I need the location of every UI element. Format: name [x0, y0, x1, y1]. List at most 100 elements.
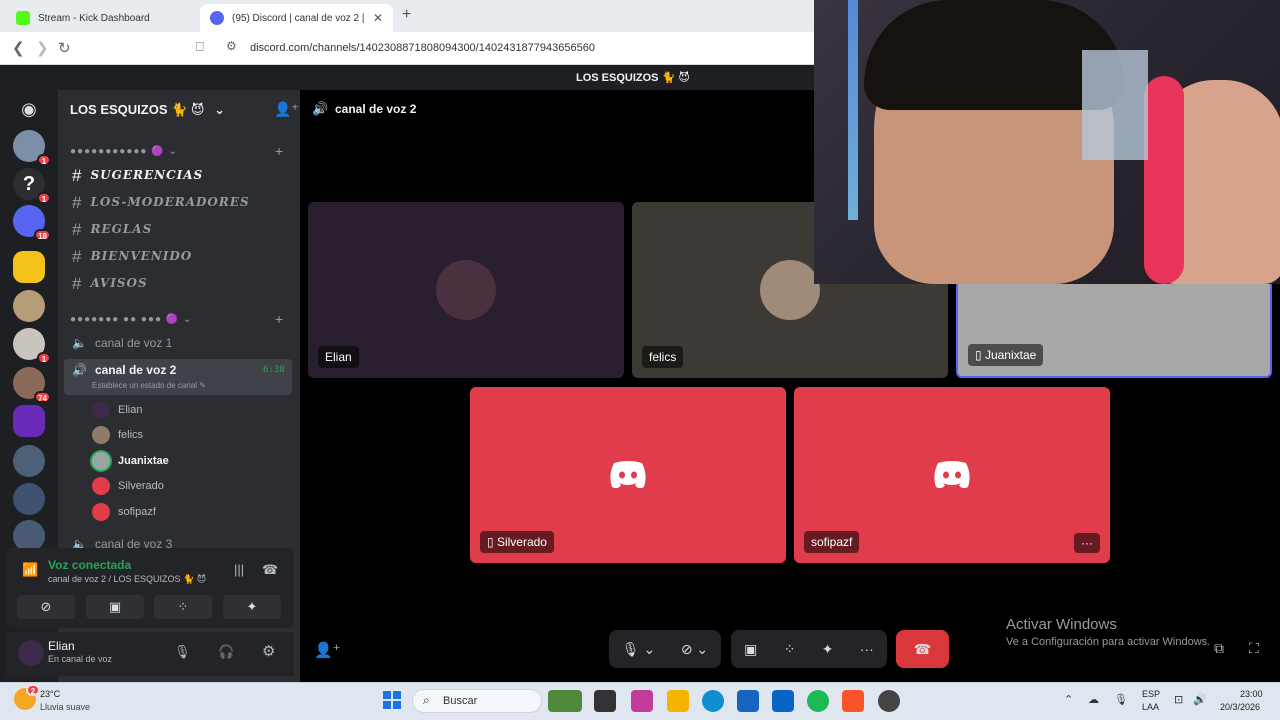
voice-channel-1[interactable]: 🔈 canal de voz 1 — [72, 336, 172, 350]
spotify-icon[interactable] — [807, 690, 829, 712]
server-icon[interactable]: 1 — [13, 130, 51, 166]
url-input[interactable]: discord.com/channels/1402308871808094300… — [250, 42, 595, 54]
chevron-down-icon: ⌄ — [214, 102, 226, 117]
discord-avatar-icon — [92, 477, 110, 495]
channel-bienvenido[interactable]: # BIENVENIDO — [72, 247, 192, 267]
show-hidden-icons[interactable]: ⌃ — [1064, 693, 1073, 706]
voice-connected-title: Voz conectada — [48, 558, 132, 572]
task-view-icon[interactable] — [594, 690, 616, 712]
widget-icon[interactable] — [548, 690, 582, 712]
voice-member[interactable]: Juanixtae — [92, 452, 169, 470]
site-info-icon[interactable]: ⚙ — [226, 39, 237, 53]
voice-member[interactable]: felics — [92, 426, 143, 444]
activity-button[interactable]: ⁘ — [154, 595, 212, 619]
activation-watermark-text: Ve a Configuración para activar Windows. — [1006, 636, 1211, 648]
taskbar-search-input[interactable]: ⌕ Buscar — [412, 689, 542, 713]
store-icon[interactable] — [737, 690, 759, 712]
forward-icon[interactable]: ❯ — [36, 39, 49, 57]
channel-reglas[interactable]: # REGLAS — [72, 220, 152, 240]
soundboard-button[interactable]: ✦ — [822, 641, 834, 658]
popout-icon[interactable]: ⧉ — [1214, 640, 1224, 657]
screen-share-button[interactable]: ▣ — [86, 595, 144, 619]
discord-avatar-icon — [92, 503, 110, 521]
disconnect-icon[interactable]: ☎ — [262, 562, 278, 578]
voice-member[interactable]: Elian — [92, 401, 142, 419]
tab-discord[interactable]: (95) Discord | canal de voz 2 | ✕ — [200, 4, 393, 32]
add-channel-icon[interactable]: + — [275, 143, 283, 159]
server-icon[interactable] — [13, 251, 45, 283]
call-header-title: canal de voz 2 — [335, 102, 417, 116]
channel-status[interactable]: Establece un estado de canal ✎ — [92, 381, 206, 390]
microphone-tray-icon[interactable]: 🎙 — [1114, 693, 1128, 706]
noise-suppression-icon[interactable]: ||| — [234, 562, 244, 577]
voice-member[interactable]: sofipazf — [92, 503, 156, 521]
participant-tile[interactable]: sofipazf ··· — [794, 387, 1110, 563]
more-button[interactable]: ··· — [860, 641, 874, 657]
avatar — [760, 260, 820, 320]
server-icon[interactable] — [13, 290, 45, 322]
headphones-icon[interactable]: 🎧 — [218, 644, 234, 660]
participant-tile[interactable]: Elian — [308, 202, 624, 378]
category-header[interactable]: ●●●●●●●●●●● 🟣 ⌄ — [70, 146, 178, 157]
participant-tile[interactable]: ▯ Silverado — [470, 387, 786, 563]
soundboard-button[interactable]: ✦ — [223, 595, 281, 619]
server-icon[interactable]: 1 — [13, 328, 51, 364]
participant-name: sofipazf — [804, 531, 860, 553]
avatar[interactable] — [18, 640, 44, 666]
outlook-icon[interactable] — [772, 690, 794, 712]
weather-icon[interactable]: 2 — [14, 684, 40, 710]
more-options-button[interactable]: ··· — [1074, 533, 1100, 553]
windows-start-icon[interactable] — [383, 691, 401, 709]
channel-avisos[interactable]: # AVISOS — [72, 274, 148, 294]
hash-icon: # — [72, 247, 83, 266]
fullscreen-icon[interactable]: ⛶ — [1249, 640, 1259, 657]
activity-button[interactable]: ⁘ — [784, 641, 796, 658]
server-icon[interactable] — [13, 483, 45, 515]
bookmark-icon[interactable]: ⎕ — [196, 39, 204, 55]
avatar — [436, 260, 496, 320]
led-light-strip — [848, 0, 858, 220]
network-icon[interactable]: ⊡ — [1174, 693, 1183, 706]
signal-icon[interactable]: 📶 — [22, 562, 38, 578]
discord-home-icon[interactable]: ◉ — [13, 93, 45, 125]
microphone-button[interactable]: 🎙 ⌄ — [622, 641, 655, 658]
volume-icon[interactable]: 🔊 — [1193, 693, 1207, 706]
category-header[interactable]: ●●●●●●● ●● ●●● 🟣 ⌄ — [70, 314, 192, 325]
channel-moderadores[interactable]: # LOS-MODERADORES — [72, 193, 250, 213]
disconnect-button[interactable]: ☎ — [896, 630, 949, 668]
obs-icon[interactable] — [878, 690, 900, 712]
server-icon[interactable]: 18 — [13, 205, 51, 241]
add-channel-icon[interactable]: + — [275, 311, 283, 327]
camera-off-button[interactable]: ⊘ ⌄ — [681, 641, 708, 658]
server-icon[interactable]: ? 1 — [13, 168, 51, 204]
back-icon[interactable]: ❮ — [12, 39, 25, 57]
close-tab-icon[interactable]: ✕ — [373, 11, 383, 25]
tab-kick[interactable]: Stream - Kick Dashboard — [6, 4, 196, 32]
hash-icon: # — [72, 274, 83, 293]
reload-icon[interactable]: ↻ — [58, 39, 71, 57]
server-icon[interactable]: 74 — [13, 367, 51, 403]
voice-member[interactable]: Silverado — [92, 477, 164, 495]
screen-share-button[interactable]: ▣ — [744, 641, 757, 658]
channel-sugerencias[interactable]: # SUGERENCIAS — [72, 166, 203, 186]
cloud-icon[interactable]: ☁ — [1088, 693, 1099, 706]
invite-people-icon[interactable]: 👤⁺ — [274, 101, 299, 118]
language-primary[interactable]: ESP — [1142, 689, 1160, 699]
server-icon[interactable] — [13, 405, 45, 437]
edge-icon[interactable] — [702, 690, 724, 712]
video-off-button[interactable]: ⊘ — [17, 595, 75, 619]
clock-time[interactable]: 23:00 — [1240, 689, 1263, 699]
microphone-icon[interactable]: 🎙 — [174, 644, 191, 660]
copilot-icon[interactable] — [631, 690, 653, 712]
clock-date[interactable]: 20/3/2026 — [1220, 702, 1260, 712]
gear-icon[interactable]: ⚙ — [262, 642, 275, 660]
mobile-icon: ▯ — [487, 535, 497, 549]
language-secondary[interactable]: LAA — [1142, 702, 1159, 712]
invite-to-call-icon[interactable]: 👤⁺ — [314, 641, 341, 659]
file-explorer-icon[interactable] — [667, 690, 689, 712]
server-icon[interactable] — [13, 445, 45, 477]
server-name[interactable]: LOS ESQUIZOS 🐈 😈 ⌄ — [70, 102, 225, 118]
brave-icon[interactable] — [842, 690, 864, 712]
voice-connected-subtitle[interactable]: canal de voz 2 / LOS ESQUIZOS 🐈 😈 — [48, 574, 206, 585]
new-tab-button[interactable]: + — [402, 6, 411, 24]
